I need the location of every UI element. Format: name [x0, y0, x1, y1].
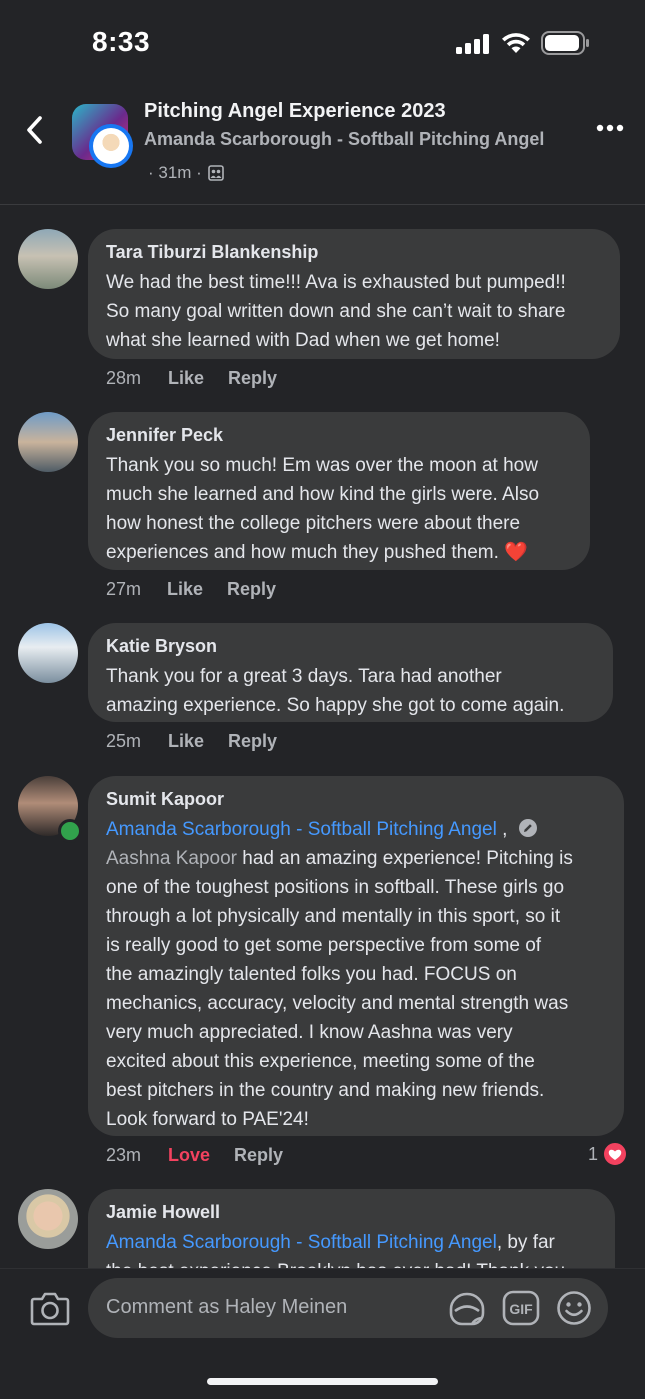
comment-author[interactable]: Jennifer Peck — [106, 423, 572, 447]
comment-line: Amanda Scarborough - Softball Pitching A… — [106, 1228, 597, 1257]
mention-link[interactable]: Amanda Scarborough - Softball Pitching A… — [106, 1232, 497, 1253]
comment-line: So many goal written down and she can’t … — [106, 301, 566, 322]
comment-line: Aashna Kapoor had an amazing experience!… — [106, 844, 606, 873]
comment-line: We had the best time!!! Ava is exhausted… — [106, 272, 566, 293]
post-title[interactable]: Pitching Angel Experience 2023 — [144, 100, 446, 123]
mention-suffix: , — [496, 819, 508, 840]
comment-author[interactable]: Jamie Howell — [106, 1200, 597, 1224]
comment-bubble[interactable]: Katie Bryson Thank you for a great 3 day… — [88, 623, 613, 722]
gif-icon[interactable]: GIF — [502, 1290, 540, 1326]
comment-actions: 23m Love Reply — [106, 1145, 283, 1166]
like-button[interactable]: Like — [167, 579, 227, 600]
like-button[interactable]: Like — [168, 368, 228, 389]
comment-line: Thank you so much! Em was over the moon … — [106, 455, 538, 476]
battery-icon — [541, 31, 589, 55]
comment-bubble[interactable]: Tara Tiburzi Blankenship We had the best… — [88, 229, 620, 359]
comment-line: excited about this experience, meeting s… — [106, 1051, 535, 1072]
comment-text: Thank you so much! Em was over the moon … — [106, 451, 572, 567]
reply-button[interactable]: Reply — [227, 579, 276, 600]
comment-line: very much appreciated. I know Aashna was… — [106, 1022, 513, 1043]
svg-text:GIF: GIF — [509, 1301, 533, 1317]
comment-line: mechanics, accuracy, velocity and mental… — [106, 993, 569, 1014]
comment-line: Look forward to PAE'24! — [106, 1109, 309, 1130]
comment-time: 28m — [106, 368, 142, 388]
sticker-icon[interactable] — [447, 1289, 487, 1327]
comment-author[interactable]: Katie Bryson — [106, 634, 595, 658]
online-status-dot — [58, 819, 82, 843]
comment-bubble[interactable]: Jennifer Peck Thank you so much! Em was … — [88, 412, 590, 570]
comment-text: Thank you for a great 3 days. Tara had a… — [106, 662, 595, 720]
page-avatar-photo — [93, 128, 129, 164]
comment-time: 25m — [106, 731, 142, 751]
more-icon[interactable] — [596, 121, 624, 135]
wifi-icon — [502, 33, 530, 53]
post-meta: · 31m · — [148, 163, 224, 183]
group-privacy-icon — [208, 165, 224, 181]
like-button[interactable]: Like — [168, 731, 228, 752]
comment-actions: 28m Like Reply — [106, 368, 277, 389]
comment-author[interactable]: Tara Tiburzi Blankenship — [106, 240, 602, 264]
reply-button[interactable]: Reply — [234, 1145, 283, 1166]
avatar[interactable] — [18, 229, 78, 289]
comment-time: 23m — [106, 1145, 142, 1165]
comment-line: what she learned with Dad when we get ho… — [106, 330, 500, 351]
comment-line: one of the toughest positions in softbal… — [106, 877, 565, 898]
comment-input-placeholder: Comment as Haley Meinen — [106, 1296, 348, 1318]
comment-text: Amanda Scarborough - Softball Pitching A… — [106, 815, 606, 1134]
comment-time: 27m — [106, 579, 142, 599]
comment-line: amazing experience. So happy she got to … — [106, 695, 565, 716]
home-indicator — [207, 1378, 438, 1385]
post-author[interactable]: Amanda Scarborough - Softball Pitching A… — [144, 129, 544, 150]
comment-line: much she learned and how kind the girls … — [106, 484, 540, 505]
avatar[interactable] — [18, 623, 78, 683]
reply-button[interactable]: Reply — [228, 368, 277, 389]
comment-line: is really good to get some perspective f… — [106, 935, 542, 956]
comment-line: experiences and how much they pushed the… — [106, 542, 528, 563]
love-button[interactable]: Love — [168, 1145, 234, 1166]
comment-actions: 27m Like Reply — [106, 579, 276, 600]
comment-line: through a lot physically and mentally in… — [106, 906, 561, 927]
back-chevron-icon[interactable] — [22, 112, 52, 148]
comment-bubble[interactable]: Sumit Kapoor Amanda Scarborough - Softba… — [88, 776, 624, 1136]
signal-icon — [456, 34, 489, 54]
avatar[interactable] — [18, 1189, 78, 1249]
comment-author[interactable]: Sumit Kapoor — [106, 787, 606, 811]
emoji-icon[interactable] — [556, 1290, 592, 1326]
post-time: · 31m · — [148, 163, 202, 182]
reaction-count[interactable]: 1 — [588, 1144, 598, 1165]
comment-line: how honest the college pitchers were abo… — [106, 513, 521, 534]
comment-line: the amazingly talented folks you had. FO… — [106, 964, 517, 985]
heart-reaction-icon[interactable] — [602, 1141, 628, 1167]
status-time: 8:33 — [92, 26, 151, 57]
comment-actions: 25m Like Reply — [106, 731, 277, 752]
comment-line: Thank you for a great 3 days. Tara had a… — [106, 666, 502, 687]
header-divider — [0, 204, 645, 205]
camera-icon[interactable] — [30, 1290, 70, 1326]
comment-text: We had the best time!!! Ava is exhausted… — [106, 268, 602, 355]
edit-pencil-icon — [518, 819, 537, 837]
comment-line: Amanda Scarborough - Softball Pitching A… — [106, 815, 606, 844]
mention-suffix: , by far — [496, 1232, 555, 1253]
tagged-suffix: had an amazing experience! Pitching is — [237, 848, 573, 869]
avatar[interactable] — [18, 412, 78, 472]
reply-button[interactable]: Reply — [228, 731, 277, 752]
mention-link[interactable]: Amanda Scarborough - Softball Pitching A… — [106, 819, 497, 840]
comment-line: best pitchers in the country and making … — [106, 1080, 545, 1101]
tagged-name[interactable]: Aashna Kapoor — [106, 848, 237, 869]
